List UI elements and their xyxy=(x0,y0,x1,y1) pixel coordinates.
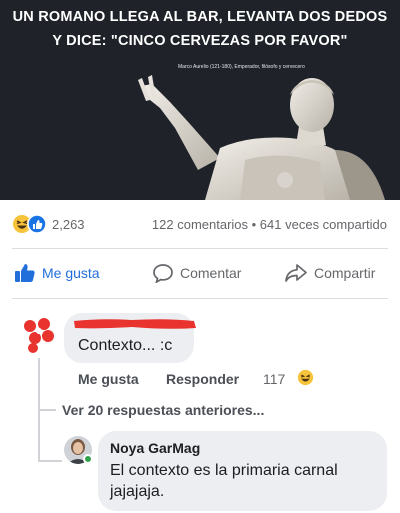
comment-button[interactable]: Comentar xyxy=(152,256,241,290)
reply-text: El contexto es la primaria carnal jajaja… xyxy=(110,462,338,500)
view-previous-replies-link[interactable]: Ver 20 respuestas anteriores... xyxy=(62,402,264,418)
comment-reply-button[interactable]: Responder xyxy=(166,371,239,387)
comment-reaction-count[interactable]: 117 xyxy=(263,371,285,387)
like-icon xyxy=(27,214,47,234)
online-status-indicator xyxy=(83,454,93,464)
reaction-icons[interactable] xyxy=(12,214,48,234)
post-image[interactable]: UN ROMANO LLEGA AL BAR, LEVANTA DOS DEDO… xyxy=(0,0,400,200)
meme-caption-line-1: UN ROMANO LLEGA AL BAR, LEVANTA DOS DEDO… xyxy=(12,9,388,25)
reply-author-name[interactable]: Noya GarMag xyxy=(110,440,200,456)
meme-caption-line-2: Y DICE: "CINCO CERVEZAS POR FAVOR" xyxy=(52,33,348,49)
thread-connector-branch xyxy=(38,460,62,462)
share-button[interactable]: Compartir xyxy=(284,256,375,290)
statue-illustration xyxy=(138,75,385,200)
reaction-count[interactable]: 2,263 xyxy=(52,217,85,232)
divider xyxy=(12,298,388,299)
like-button[interactable]: Me gusta xyxy=(14,256,100,290)
share-label: Compartir xyxy=(314,265,376,281)
haha-icon xyxy=(297,369,314,386)
meme-credit: Marco Aurelio (121-180), Emperador, filó… xyxy=(178,64,305,70)
post-actions: Me gusta Comentar Compartir xyxy=(0,256,400,290)
comment-text: Contexto... :c xyxy=(78,337,173,354)
thumbs-up-icon xyxy=(15,264,35,282)
share-arrow-icon xyxy=(285,264,307,282)
like-label: Me gusta xyxy=(42,265,100,281)
thread-connector-branch xyxy=(38,409,56,411)
comment-bubble-icon xyxy=(153,264,173,283)
divider xyxy=(12,248,388,249)
post-stats: 2,263 122 comentarios • 641 veces compar… xyxy=(0,214,400,236)
redacted-author-name xyxy=(74,319,196,329)
comments-shares-count[interactable]: 122 comentarios • 641 veces compartido xyxy=(152,217,387,232)
comment-like-button[interactable]: Me gusta xyxy=(78,371,139,387)
comment-label: Comentar xyxy=(180,265,242,281)
commenter-avatar[interactable] xyxy=(20,314,56,354)
